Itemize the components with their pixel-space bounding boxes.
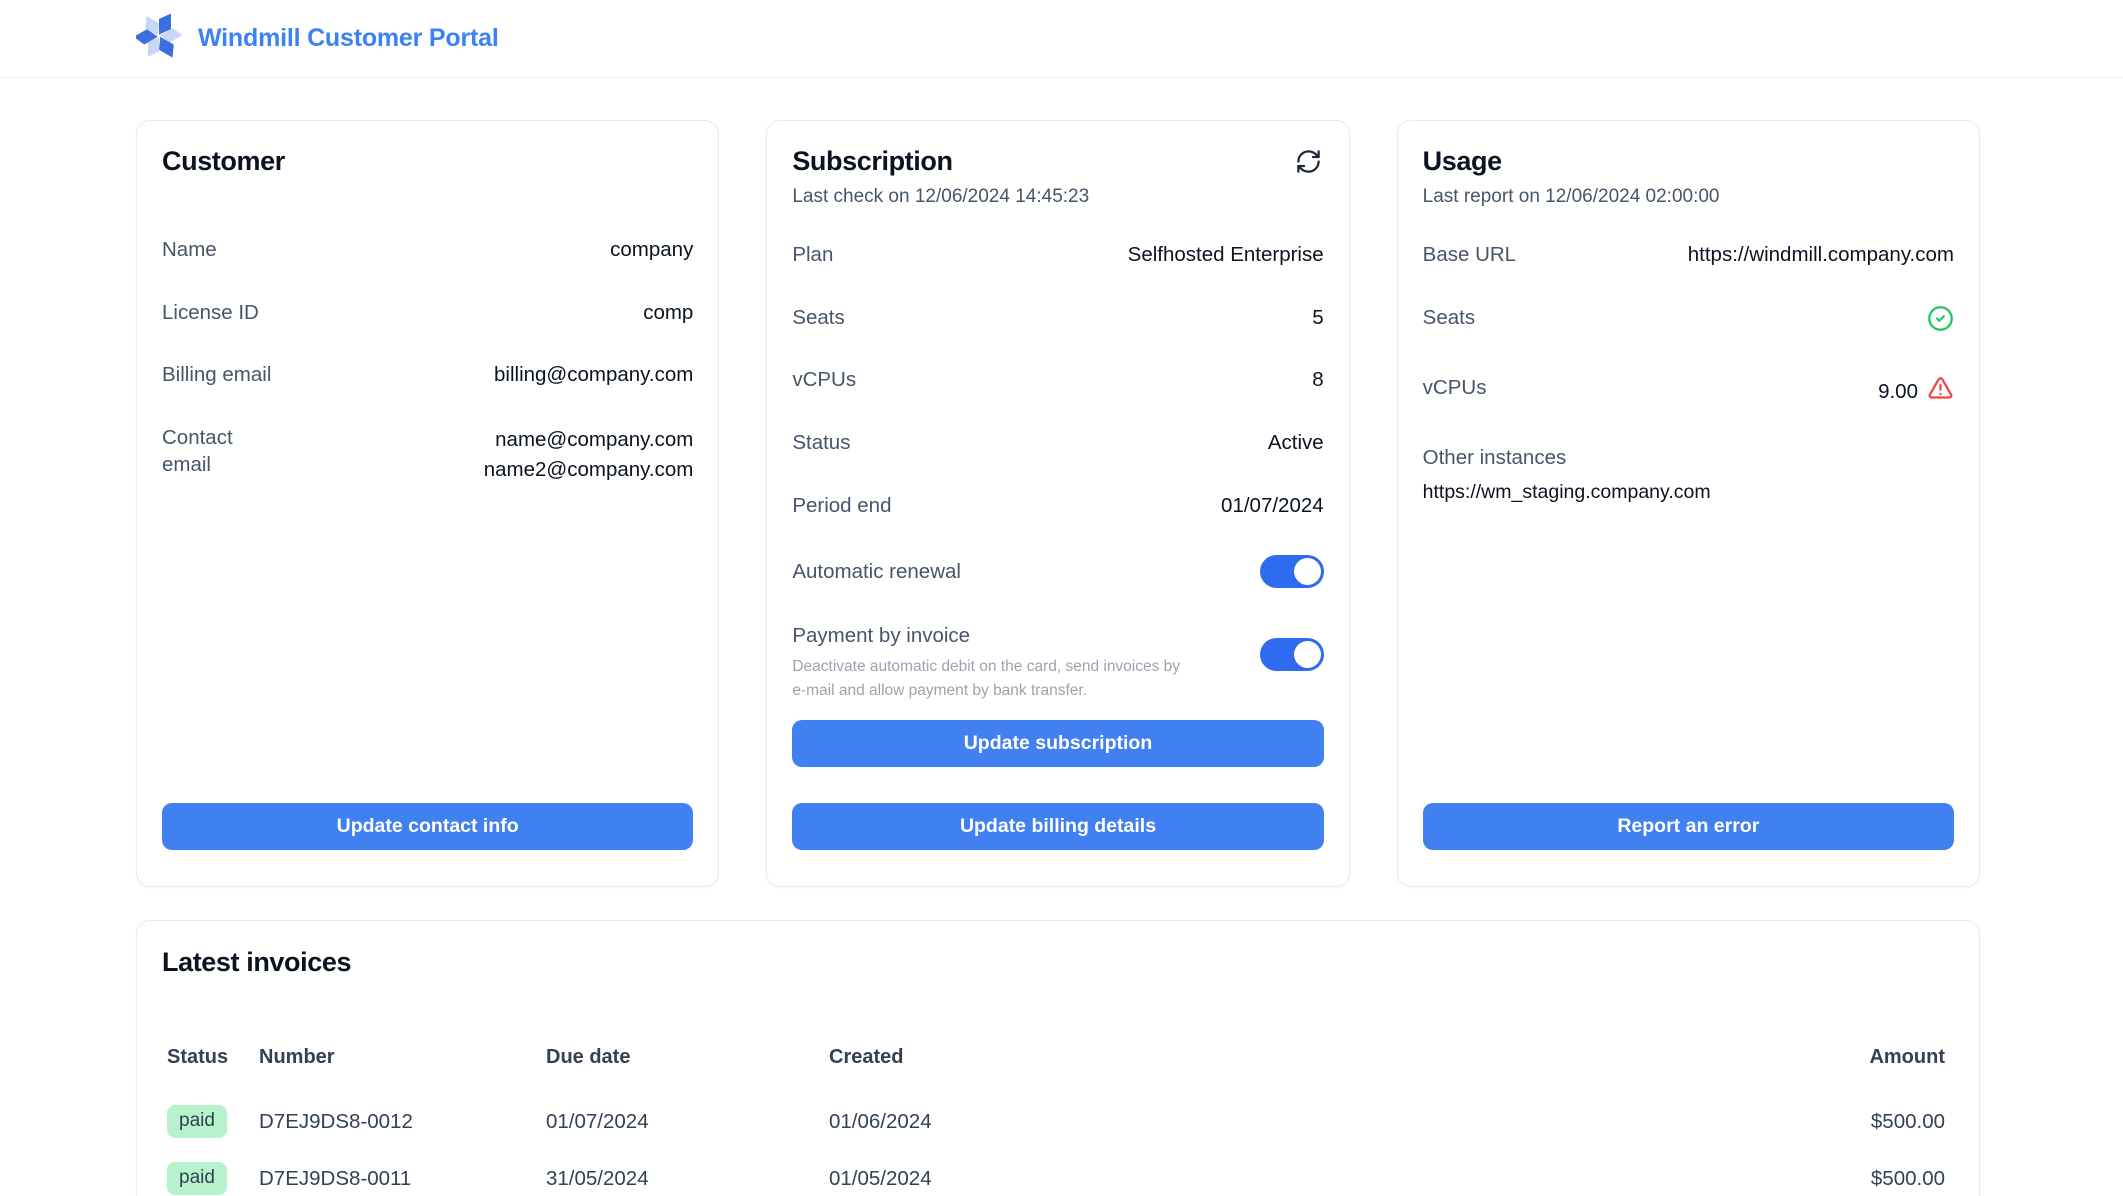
usage-card: Usage Last report on 12/06/2024 02:00:00…: [1397, 120, 1980, 887]
status-value: Active: [1268, 430, 1324, 457]
period-end-row: Period end 01/07/2024: [792, 493, 1323, 520]
invoice-amount: $500.00: [1784, 1167, 1954, 1191]
payment-by-invoice-toggle[interactable]: [1260, 638, 1324, 671]
brand-link[interactable]: Windmill Customer Portal: [136, 13, 499, 64]
refresh-icon: [1295, 163, 1322, 178]
base-url-row: Base URL https://windmill.company.com: [1423, 242, 1954, 269]
usage-vcpus-status: 9.00: [1878, 375, 1954, 410]
latest-invoices-title: Latest invoices: [162, 947, 1954, 978]
seats-label: Seats: [792, 305, 844, 332]
usage-vcpus-value: 9.00: [1878, 379, 1918, 406]
column-due-date: Due date: [546, 1046, 829, 1069]
column-number: Number: [259, 1046, 546, 1069]
seats-value: 5: [1312, 305, 1323, 332]
customer-name-label: Name: [162, 237, 217, 264]
invoice-created: 01/06/2024: [829, 1110, 1784, 1134]
plan-value: Selfhosted Enterprise: [1128, 242, 1324, 269]
customer-billing-email-row: Billing email billing@company.com: [162, 362, 693, 389]
payment-by-invoice-label: Payment by invoice: [792, 624, 1192, 648]
invoice-number: D7EJ9DS8-0012: [259, 1110, 546, 1134]
customer-contact-email-value: name@company.com name2@company.com: [484, 425, 694, 484]
payment-by-invoice-row: Payment by invoice Deactivate automatic …: [792, 624, 1323, 703]
subscription-last-check: Last check on 12/06/2024 14:45:23: [792, 186, 1323, 208]
usage-last-report: Last report on 12/06/2024 02:00:00: [1423, 186, 1954, 208]
other-instances-label: Other instances: [1423, 446, 1954, 470]
automatic-renewal-row: Automatic renewal: [792, 555, 1323, 588]
warning-triangle-icon: [1927, 375, 1954, 410]
invoice-due-date: 31/05/2024: [546, 1167, 829, 1191]
period-end-value: 01/07/2024: [1221, 493, 1324, 520]
app-title: Windmill Customer Portal: [198, 24, 499, 53]
check-circle-icon: [1927, 314, 1954, 337]
contact-email-1: name@company.com: [495, 428, 693, 451]
invoice-number: D7EJ9DS8-0011: [259, 1167, 546, 1191]
column-created: Created: [829, 1046, 1784, 1069]
column-status: Status: [162, 1046, 259, 1069]
payment-by-invoice-description: Deactivate automatic debit on the card, …: [792, 655, 1192, 703]
plan-label: Plan: [792, 242, 833, 269]
customer-license-label: License ID: [162, 300, 259, 327]
status-badge: paid: [167, 1162, 227, 1195]
customer-license-value: comp: [643, 300, 693, 327]
column-amount: Amount: [1784, 1046, 1954, 1069]
refresh-subscription-button[interactable]: [1293, 146, 1324, 177]
update-subscription-button[interactable]: Update subscription: [792, 720, 1323, 767]
customer-card: Customer Name company License ID comp Bi…: [136, 120, 719, 887]
customer-billing-email-value: billing@company.com: [494, 362, 693, 389]
automatic-renewal-toggle[interactable]: [1260, 555, 1324, 588]
main-content: Customer Name company License ID comp Bi…: [136, 78, 1980, 1196]
invoice-amount: $500.00: [1784, 1110, 1954, 1134]
other-instance-url: https://wm_staging.company.com: [1423, 481, 1954, 504]
customer-billing-email-label: Billing email: [162, 362, 271, 389]
toggle-knob: [1294, 641, 1321, 668]
windmill-logo-icon: [136, 13, 182, 64]
invoice-row: paid D7EJ9DS8-0012 01/07/2024 01/06/2024…: [162, 1105, 1954, 1138]
base-url-value: https://windmill.company.com: [1688, 242, 1954, 269]
invoice-due-date: 01/07/2024: [546, 1110, 829, 1134]
status-label: Status: [792, 430, 850, 457]
report-an-error-button[interactable]: Report an error: [1423, 803, 1954, 850]
customer-name-value: company: [610, 237, 693, 264]
invoices-table: Status Number Due date Created Amount pa…: [162, 1046, 1954, 1195]
usage-seats-row: Seats: [1423, 305, 1954, 340]
invoice-created: 01/05/2024: [829, 1167, 1784, 1191]
automatic-renewal-label: Automatic renewal: [792, 560, 961, 584]
usage-vcpus-label: vCPUs: [1423, 375, 1487, 402]
customer-card-title: Customer: [162, 146, 285, 177]
app-header: Windmill Customer Portal: [0, 0, 2123, 78]
customer-contact-email-label: Contact email: [162, 425, 246, 478]
status-row: Status Active: [792, 430, 1323, 457]
contact-email-2: name2@company.com: [484, 458, 694, 481]
customer-name-row: Name company: [162, 237, 693, 264]
toggle-knob: [1294, 558, 1321, 585]
vcpus-label: vCPUs: [792, 367, 856, 394]
customer-contact-email-row: Contact email name@company.com name2@com…: [162, 425, 693, 484]
update-billing-details-button[interactable]: Update billing details: [792, 803, 1323, 850]
seats-ok-status: [1927, 305, 1954, 340]
customer-license-row: License ID comp: [162, 300, 693, 327]
period-end-label: Period end: [792, 493, 891, 520]
usage-vcpus-row: vCPUs 9.00: [1423, 375, 1954, 410]
subscription-card-title: Subscription: [792, 146, 952, 177]
usage-seats-label: Seats: [1423, 305, 1475, 332]
subscription-card: Subscription Last check on 12/06/2024 14…: [766, 120, 1349, 887]
latest-invoices-card: Latest invoices Status Number Due date C…: [136, 920, 1980, 1196]
invoices-table-body: paid D7EJ9DS8-0012 01/07/2024 01/06/2024…: [162, 1105, 1954, 1195]
update-contact-info-button[interactable]: Update contact info: [162, 803, 693, 850]
status-badge: paid: [167, 1105, 227, 1138]
invoice-row: paid D7EJ9DS8-0011 31/05/2024 01/05/2024…: [162, 1162, 1954, 1195]
vcpus-value: 8: [1312, 367, 1323, 394]
cards-grid: Customer Name company License ID comp Bi…: [136, 120, 1980, 887]
base-url-label: Base URL: [1423, 242, 1516, 269]
vcpus-row: vCPUs 8: [792, 367, 1323, 394]
usage-card-title: Usage: [1423, 146, 1502, 177]
plan-row: Plan Selfhosted Enterprise: [792, 242, 1323, 269]
seats-row: Seats 5: [792, 305, 1323, 332]
invoices-table-header: Status Number Due date Created Amount: [162, 1046, 1954, 1069]
